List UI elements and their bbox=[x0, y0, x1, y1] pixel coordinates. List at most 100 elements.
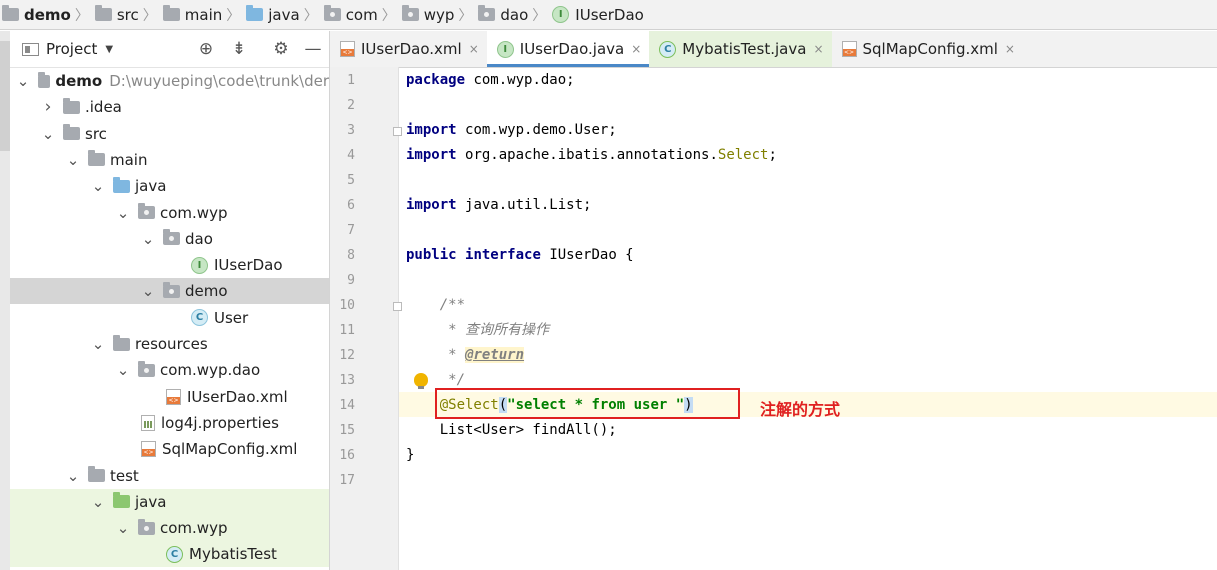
folder-icon bbox=[88, 150, 105, 167]
breadcrumb-item[interactable]: 〉 dao bbox=[454, 0, 528, 30]
editor-tab[interactable]: C MybatisTest.java × bbox=[649, 31, 832, 67]
project-view-title[interactable]: Project bbox=[46, 40, 97, 58]
chevron-down-icon[interactable]: ⌄ bbox=[91, 494, 105, 509]
locate-icon[interactable]: ⊕ bbox=[197, 39, 215, 59]
breadcrumb-item[interactable]: 〉 java bbox=[222, 0, 300, 30]
code-line: * @return bbox=[406, 343, 525, 368]
project-panel: Project ▼ ⊕ ⇟ ⚙ — ⌄ demo D:\wuyueping\code… bbox=[10, 31, 330, 570]
code-line: import org.apache.ibatis.annotations.Sel… bbox=[406, 143, 777, 168]
collapse-icon[interactable]: ⇟ bbox=[230, 39, 248, 59]
breadcrumb-label: IUserDao bbox=[575, 5, 644, 24]
tree-item[interactable]: ⌄ java bbox=[10, 173, 329, 199]
tree-item[interactable]: ⌄ main bbox=[10, 147, 329, 173]
chevron-down-icon[interactable]: ⌄ bbox=[66, 468, 80, 483]
code-line: } bbox=[406, 443, 414, 468]
package-icon bbox=[401, 5, 419, 21]
minimize-icon[interactable]: — bbox=[304, 39, 322, 59]
tree-item[interactable]: ⌄ resources bbox=[10, 331, 329, 357]
chevron-down-icon[interactable]: ⌄ bbox=[91, 179, 105, 194]
interface-icon: I bbox=[191, 256, 208, 274]
chevron-down-icon[interactable]: ⌄ bbox=[66, 152, 80, 167]
tree-item-label: java bbox=[135, 177, 167, 196]
test-class-icon: C bbox=[166, 545, 183, 563]
source-folder-icon bbox=[246, 5, 264, 21]
breadcrumb-item[interactable]: demo bbox=[2, 0, 71, 30]
package-icon bbox=[163, 229, 180, 246]
chevron-down-icon[interactable]: ⌄ bbox=[116, 363, 130, 378]
tree-item-label: src bbox=[85, 124, 107, 143]
chevron-down-icon[interactable]: ▼ bbox=[105, 44, 113, 55]
tree-item[interactable]: ⌄IUserDao.xml bbox=[10, 384, 329, 410]
code-token: interface bbox=[465, 247, 541, 263]
tree-item-label: IUserDao.xml bbox=[187, 387, 288, 406]
tree-item-label: .idea bbox=[85, 98, 122, 117]
gear-icon[interactable]: ⚙ bbox=[272, 39, 290, 59]
code-line: List<User> findAll(); bbox=[406, 418, 617, 443]
tree-item[interactable]: ⌄SqlMapConfig.xml bbox=[10, 436, 329, 462]
tree-item[interactable]: ⌄ test bbox=[10, 463, 329, 489]
code-token: com.wyp.dao; bbox=[473, 72, 575, 88]
chevron-down-icon[interactable]: ⌄ bbox=[141, 231, 155, 246]
tree-item-label: com.wyp bbox=[160, 203, 228, 222]
folder-icon bbox=[162, 5, 180, 21]
breadcrumb: demo 〉 src 〉 main 〉 java 〉 com 〉 wyp 〉 dao 〉 I IUserDao bbox=[0, 0, 1217, 30]
tree-item-label: MybatisTest bbox=[189, 545, 277, 564]
breadcrumb-item[interactable]: 〉 I IUserDao bbox=[528, 0, 644, 30]
code-line: public interface IUserDao { bbox=[406, 243, 634, 268]
code-line: import com.wyp.demo.User; bbox=[406, 118, 617, 143]
line-number: 13 bbox=[339, 373, 355, 388]
chevron-right-icon: 〉 bbox=[142, 7, 157, 24]
code-token: java.util.List; bbox=[465, 197, 592, 213]
tree-item[interactable]: ⌄ com.wyp bbox=[10, 200, 329, 226]
properties-file-icon bbox=[141, 414, 155, 431]
class-icon: C bbox=[191, 309, 208, 327]
tree-item[interactable]: ⌄ java bbox=[10, 488, 329, 515]
tree-item[interactable]: ⌄ dao bbox=[10, 226, 329, 252]
breadcrumb-item[interactable]: 〉 main bbox=[139, 0, 222, 30]
tree-item[interactable]: ⌄ com.wyp bbox=[10, 515, 329, 542]
test-folder-icon bbox=[113, 492, 130, 509]
xml-file-icon bbox=[841, 41, 857, 57]
line-number: 17 bbox=[339, 473, 355, 488]
package-icon bbox=[138, 518, 155, 535]
interface-icon: I bbox=[496, 40, 514, 58]
tree-item[interactable]: › .idea bbox=[10, 94, 329, 120]
editor-tab[interactable]: I IUserDao.java × bbox=[486, 31, 650, 67]
tree-item-path: D:\wuyueping\code\trunk\der bbox=[109, 72, 329, 90]
close-icon[interactable]: × bbox=[813, 42, 823, 56]
code-token: import bbox=[406, 122, 457, 138]
breadcrumb-item[interactable]: 〉 wyp bbox=[378, 0, 454, 30]
tree-item[interactable]: ⌄ demo D:\wuyueping\code\trunk\der bbox=[10, 68, 329, 94]
editor-tab[interactable]: SqlMapConfig.xml × bbox=[832, 31, 1023, 67]
tree-item[interactable]: ⌄ demo bbox=[10, 278, 329, 305]
chevron-down-icon[interactable]: ⌄ bbox=[141, 284, 155, 299]
tree-item-label: java bbox=[135, 492, 167, 511]
tree-item[interactable]: ⌄ com.wyp.dao bbox=[10, 357, 329, 383]
line-number: 6 bbox=[347, 198, 355, 213]
close-icon[interactable]: × bbox=[469, 42, 479, 56]
chevron-down-icon[interactable]: ⌄ bbox=[91, 337, 105, 352]
tree-item[interactable]: ⌄CMybatisTest bbox=[10, 541, 329, 568]
chevron-right-icon[interactable]: › bbox=[41, 97, 55, 117]
tree-item[interactable]: ⌄CUser bbox=[10, 305, 329, 331]
editor-gutter[interactable]: 1 2 3 4 5 6 7 8 9 10 11 12 13 14 15 16 17 bbox=[330, 67, 402, 570]
line-number: 14 bbox=[339, 398, 355, 413]
tree-item[interactable]: ⌄IIUserDao bbox=[10, 252, 329, 278]
chevron-down-icon[interactable]: ⌄ bbox=[16, 74, 30, 89]
close-icon[interactable]: × bbox=[1005, 42, 1015, 56]
code-line: /** bbox=[406, 293, 465, 318]
chevron-right-icon: 〉 bbox=[381, 7, 396, 24]
tree-item[interactable]: ⌄log4j.properties bbox=[10, 410, 329, 436]
chevron-down-icon[interactable]: ⌄ bbox=[116, 205, 130, 220]
code-token: * bbox=[406, 347, 466, 363]
breadcrumb-item[interactable]: 〉 src bbox=[71, 0, 139, 30]
close-icon[interactable]: × bbox=[631, 42, 641, 56]
editor-tab[interactable]: IUserDao.xml × bbox=[330, 31, 487, 67]
tree-item-label: demo bbox=[185, 282, 228, 301]
chevron-down-icon[interactable]: ⌄ bbox=[116, 521, 130, 536]
tree-item[interactable]: ⌄ src bbox=[10, 121, 329, 147]
code-editor[interactable]: package com.wyp.dao; import com.wyp.demo.… bbox=[399, 67, 1217, 570]
chevron-down-icon[interactable]: ⌄ bbox=[41, 126, 55, 141]
package-icon bbox=[163, 281, 180, 298]
breadcrumb-item[interactable]: 〉 com bbox=[300, 0, 378, 30]
